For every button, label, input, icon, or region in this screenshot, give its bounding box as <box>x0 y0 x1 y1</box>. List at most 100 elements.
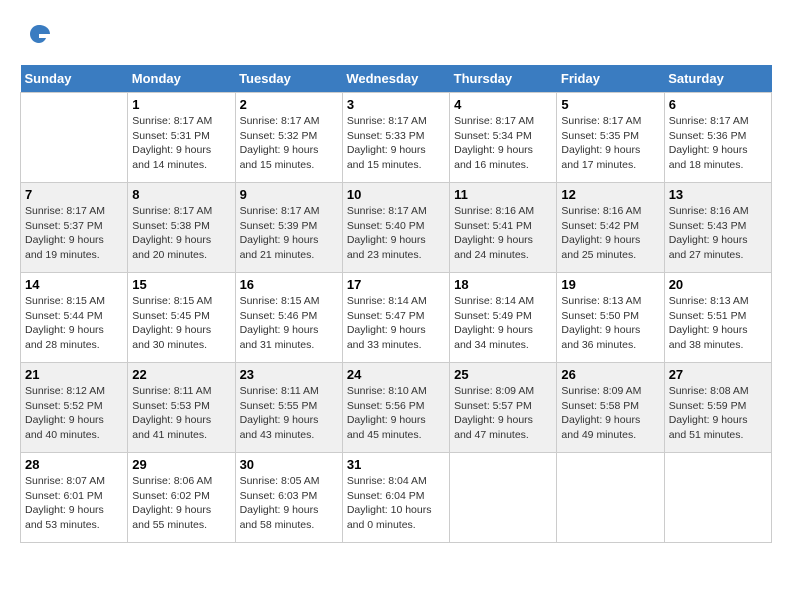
calendar-cell: 7 Sunrise: 8:17 AMSunset: 5:37 PMDaylight… <box>21 183 128 273</box>
calendar-cell: 20 Sunrise: 8:13 AMSunset: 5:51 PMDayligh… <box>664 273 771 363</box>
day-number: 23 <box>240 367 338 382</box>
calendar-cell: 10 Sunrise: 8:17 AMSunset: 5:40 PMDayligh… <box>342 183 449 273</box>
day-number: 5 <box>561 97 659 112</box>
day-info: Sunrise: 8:12 AMSunset: 5:52 PMDaylight:… <box>25 384 123 443</box>
calendar-cell: 28Sunrise: 8:07 AMSunset: 6:01 PMDayligh… <box>21 453 128 543</box>
calendar-cell: 15 Sunrise: 8:15 AMSunset: 5:45 PMDayligh… <box>128 273 235 363</box>
day-number: 15 <box>132 277 230 292</box>
day-number: 7 <box>25 187 123 202</box>
day-info: Sunrise: 8:17 AMSunset: 5:34 PMDaylight:… <box>454 114 552 173</box>
day-number: 29 <box>132 457 230 472</box>
calendar-cell: 21 Sunrise: 8:12 AMSunset: 5:52 PMDayligh… <box>21 363 128 453</box>
day-info: Sunrise: 8:10 AMSunset: 5:56 PMDaylight:… <box>347 384 445 443</box>
calendar-cell: 14 Sunrise: 8:15 AMSunset: 5:44 PMDayligh… <box>21 273 128 363</box>
day-number: 6 <box>669 97 767 112</box>
day-info: Sunrise: 8:04 AMSunset: 6:04 PMDaylight:… <box>347 474 445 533</box>
calendar-cell: 9 Sunrise: 8:17 AMSunset: 5:39 PMDaylight… <box>235 183 342 273</box>
calendar-week-row: 21 Sunrise: 8:12 AMSunset: 5:52 PMDayligh… <box>21 363 772 453</box>
day-number: 25 <box>454 367 552 382</box>
calendar-cell <box>557 453 664 543</box>
calendar-cell <box>21 93 128 183</box>
day-number: 20 <box>669 277 767 292</box>
calendar-cell: 25Sunrise: 8:09 AMSunset: 5:57 PMDayligh… <box>450 363 557 453</box>
calendar-cell: 1Sunrise: 8:17 AMSunset: 5:31 PMDaylight… <box>128 93 235 183</box>
day-info: Sunrise: 8:17 AMSunset: 5:32 PMDaylight:… <box>240 114 338 173</box>
day-info: Sunrise: 8:15 AMSunset: 5:45 PMDaylight:… <box>132 294 230 353</box>
weekday-header-tuesday: Tuesday <box>235 65 342 93</box>
calendar-cell: 16 Sunrise: 8:15 AMSunset: 5:46 PMDayligh… <box>235 273 342 363</box>
day-number: 21 <box>25 367 123 382</box>
day-info: Sunrise: 8:15 AMSunset: 5:46 PMDaylight:… <box>240 294 338 353</box>
day-info: Sunrise: 8:08 AMSunset: 5:59 PMDaylight:… <box>669 384 767 443</box>
day-number: 26 <box>561 367 659 382</box>
day-info: Sunrise: 8:17 AMSunset: 5:33 PMDaylight:… <box>347 114 445 173</box>
calendar-cell: 19 Sunrise: 8:13 AMSunset: 5:50 PMDayligh… <box>557 273 664 363</box>
day-info: Sunrise: 8:13 AMSunset: 5:50 PMDaylight:… <box>561 294 659 353</box>
day-info: Sunrise: 8:07 AMSunset: 6:01 PMDaylight:… <box>25 474 123 533</box>
day-info: Sunrise: 8:13 AMSunset: 5:51 PMDaylight:… <box>669 294 767 353</box>
day-number: 27 <box>669 367 767 382</box>
day-info: Sunrise: 8:05 AMSunset: 6:03 PMDaylight:… <box>240 474 338 533</box>
day-number: 22 <box>132 367 230 382</box>
day-info: Sunrise: 8:15 AMSunset: 5:44 PMDaylight:… <box>25 294 123 353</box>
day-info: Sunrise: 8:17 AMSunset: 5:36 PMDaylight:… <box>669 114 767 173</box>
weekday-header-thursday: Thursday <box>450 65 557 93</box>
weekday-header-monday: Monday <box>128 65 235 93</box>
page-header <box>20 20 772 55</box>
calendar-week-row: 1Sunrise: 8:17 AMSunset: 5:31 PMDaylight… <box>21 93 772 183</box>
calendar-cell: 17 Sunrise: 8:14 AMSunset: 5:47 PMDayligh… <box>342 273 449 363</box>
calendar-cell: 2 Sunrise: 8:17 AMSunset: 5:32 PMDaylight… <box>235 93 342 183</box>
day-number: 10 <box>347 187 445 202</box>
day-info: Sunrise: 8:17 AMSunset: 5:38 PMDaylight:… <box>132 204 230 263</box>
calendar-cell: 18Sunrise: 8:14 AMSunset: 5:49 PMDayligh… <box>450 273 557 363</box>
day-info: Sunrise: 8:06 AMSunset: 6:02 PMDaylight:… <box>132 474 230 533</box>
calendar-cell: 23 Sunrise: 8:11 AMSunset: 5:55 PMDayligh… <box>235 363 342 453</box>
day-number: 3 <box>347 97 445 112</box>
day-info: Sunrise: 8:17 AMSunset: 5:31 PMDaylight:… <box>132 114 230 173</box>
calendar-cell: 8 Sunrise: 8:17 AMSunset: 5:38 PMDaylight… <box>128 183 235 273</box>
day-number: 4 <box>454 97 552 112</box>
day-info: Sunrise: 8:16 AMSunset: 5:41 PMDaylight:… <box>454 204 552 263</box>
day-number: 12 <box>561 187 659 202</box>
day-number: 2 <box>240 97 338 112</box>
calendar-cell <box>664 453 771 543</box>
calendar-cell: 31 Sunrise: 8:04 AMSunset: 6:04 PMDayligh… <box>342 453 449 543</box>
day-info: Sunrise: 8:09 AMSunset: 5:58 PMDaylight:… <box>561 384 659 443</box>
day-number: 30 <box>240 457 338 472</box>
day-info: Sunrise: 8:17 AMSunset: 5:40 PMDaylight:… <box>347 204 445 263</box>
day-number: 17 <box>347 277 445 292</box>
weekday-header-row: SundayMondayTuesdayWednesdayThursdayFrid… <box>21 65 772 93</box>
day-number: 16 <box>240 277 338 292</box>
calendar-cell: 6 Sunrise: 8:17 AMSunset: 5:36 PMDaylight… <box>664 93 771 183</box>
day-number: 24 <box>347 367 445 382</box>
calendar-cell: 24 Sunrise: 8:10 AMSunset: 5:56 PMDayligh… <box>342 363 449 453</box>
calendar-cell: 11 Sunrise: 8:16 AMSunset: 5:41 PMDayligh… <box>450 183 557 273</box>
day-number: 14 <box>25 277 123 292</box>
calendar-cell: 5 Sunrise: 8:17 AMSunset: 5:35 PMDaylight… <box>557 93 664 183</box>
day-number: 19 <box>561 277 659 292</box>
calendar-week-row: 28Sunrise: 8:07 AMSunset: 6:01 PMDayligh… <box>21 453 772 543</box>
weekday-header-saturday: Saturday <box>664 65 771 93</box>
calendar-cell: 4 Sunrise: 8:17 AMSunset: 5:34 PMDaylight… <box>450 93 557 183</box>
day-number: 13 <box>669 187 767 202</box>
day-info: Sunrise: 8:17 AMSunset: 5:39 PMDaylight:… <box>240 204 338 263</box>
calendar-cell: 27 Sunrise: 8:08 AMSunset: 5:59 PMDayligh… <box>664 363 771 453</box>
day-info: Sunrise: 8:14 AMSunset: 5:47 PMDaylight:… <box>347 294 445 353</box>
day-info: Sunrise: 8:17 AMSunset: 5:35 PMDaylight:… <box>561 114 659 173</box>
day-number: 8 <box>132 187 230 202</box>
logo-icon <box>24 20 54 50</box>
day-number: 31 <box>347 457 445 472</box>
day-info: Sunrise: 8:17 AMSunset: 5:37 PMDaylight:… <box>25 204 123 263</box>
day-info: Sunrise: 8:11 AMSunset: 5:55 PMDaylight:… <box>240 384 338 443</box>
logo <box>20 20 54 55</box>
day-number: 9 <box>240 187 338 202</box>
calendar-cell: 29 Sunrise: 8:06 AMSunset: 6:02 PMDayligh… <box>128 453 235 543</box>
calendar-cell <box>450 453 557 543</box>
weekday-header-sunday: Sunday <box>21 65 128 93</box>
weekday-header-friday: Friday <box>557 65 664 93</box>
day-info: Sunrise: 8:16 AMSunset: 5:43 PMDaylight:… <box>669 204 767 263</box>
calendar-cell: 12Sunrise: 8:16 AMSunset: 5:42 PMDayligh… <box>557 183 664 273</box>
day-number: 11 <box>454 187 552 202</box>
day-info: Sunrise: 8:14 AMSunset: 5:49 PMDaylight:… <box>454 294 552 353</box>
calendar-week-row: 14 Sunrise: 8:15 AMSunset: 5:44 PMDayligh… <box>21 273 772 363</box>
